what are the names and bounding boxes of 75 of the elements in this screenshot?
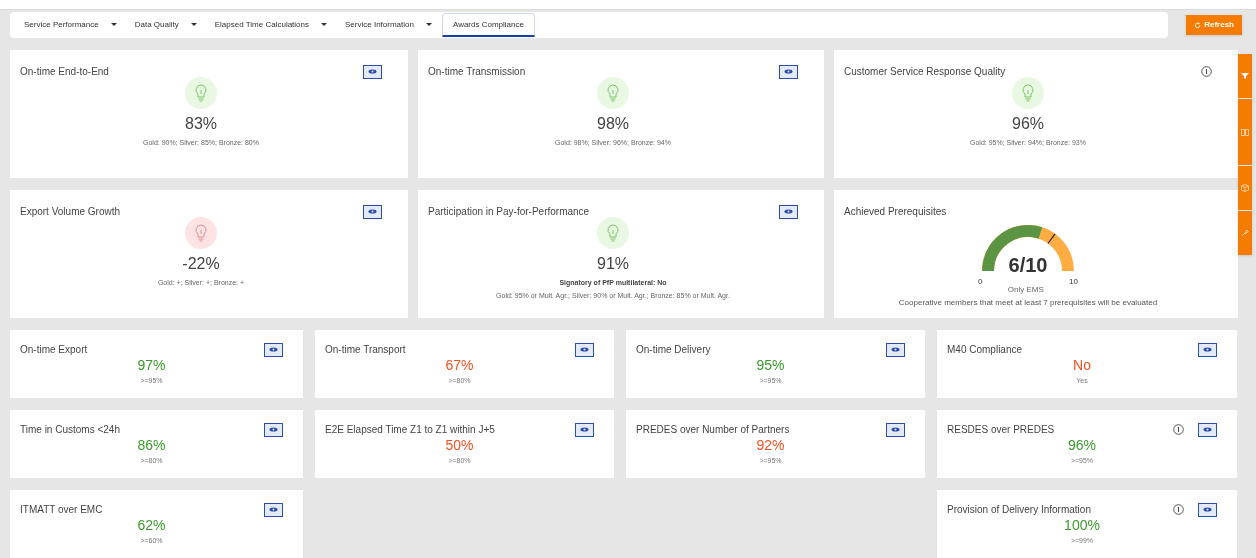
tab[interactable]: Elapsed Time Calculations	[206, 13, 335, 37]
kpi-value: 95%	[756, 356, 785, 375]
kpi-value: 92%	[756, 436, 785, 455]
view-button[interactable]	[575, 422, 594, 437]
card-title: M40 Compliance	[947, 343, 1023, 357]
view-button[interactable]	[886, 422, 905, 437]
eye-icon	[368, 209, 377, 214]
view-button[interactable]	[363, 64, 382, 79]
threshold-marker	[1047, 233, 1056, 245]
kpi-value: 62%	[137, 516, 166, 535]
view-button[interactable]	[363, 204, 382, 219]
card-title: On-time Export	[20, 343, 88, 357]
eye-icon	[580, 347, 589, 352]
view-button[interactable]	[264, 342, 283, 357]
view-button[interactable]	[886, 342, 905, 357]
view-button[interactable]	[575, 342, 594, 357]
view-button[interactable]	[1198, 342, 1217, 357]
eye-icon	[891, 427, 900, 432]
tab[interactable]: Data Quality	[126, 13, 205, 37]
eye-icon	[580, 427, 589, 432]
card-title: E2E Elapsed Time Z1 to Z1 within J+5	[325, 423, 495, 437]
kpi-value: 100%	[1064, 516, 1100, 535]
view-button[interactable]	[1198, 422, 1217, 437]
eye-icon	[1203, 507, 1212, 512]
kpi-value: -22%	[182, 254, 220, 274]
gauge-max: 10	[1069, 276, 1078, 288]
eye-icon	[368, 69, 377, 74]
view-button[interactable]	[264, 422, 283, 437]
eye-icon	[269, 347, 278, 352]
kpi-value: 67%	[445, 356, 474, 375]
kpi-value: 50%	[445, 436, 474, 455]
kpi-value: 98%	[597, 114, 629, 134]
card-title: ITMATT over EMC	[20, 503, 103, 517]
gauge-value: 6/10	[1008, 255, 1048, 275]
view-button[interactable]	[779, 204, 798, 219]
tab[interactable]: Service Performance	[16, 13, 125, 37]
view-button[interactable]	[779, 64, 798, 79]
kpi-value: 96%	[1068, 436, 1096, 455]
card-title: Export Volume Growth	[20, 205, 121, 219]
view-button[interactable]	[264, 502, 283, 517]
eye-icon	[784, 209, 793, 214]
kpi-value: 83%	[185, 114, 217, 134]
eye-icon	[1203, 347, 1212, 352]
info-icon[interactable]	[1173, 424, 1184, 435]
card-title: Provision of Delivery Information	[947, 503, 1091, 517]
card-title: Participation in Pay-for-Performance	[428, 205, 590, 219]
card-title: Achieved Prerequisites	[844, 205, 947, 219]
kpi-value: 91%	[597, 254, 629, 274]
kpi-value: 96%	[1012, 114, 1044, 134]
info-icon[interactable]	[1173, 504, 1184, 515]
card-title: On-time Transmission	[428, 65, 526, 79]
view-button[interactable]	[1198, 502, 1217, 517]
card-title: RESDES over PREDES	[947, 423, 1055, 437]
card-title: Time in Customs <24h	[20, 423, 120, 437]
eye-icon	[269, 427, 278, 432]
card-title: On-time End-to-End	[20, 65, 109, 79]
card-title: Customer Service Response Quality	[844, 65, 1006, 79]
card-title: PREDES over Number of Partners	[636, 423, 790, 437]
eye-icon	[269, 507, 278, 512]
eye-icon	[891, 347, 900, 352]
tab[interactable]: Awards Compliance	[441, 13, 535, 37]
gauge-label: Only EMS	[1007, 284, 1044, 296]
info-icon[interactable]	[1201, 66, 1212, 77]
card-title: On-time Transport	[325, 343, 406, 357]
refresh-icon	[1194, 21, 1202, 29]
eye-icon	[784, 69, 793, 74]
gauge-note: Cooperative members that meet at least 7 prerequisites will be evaluated	[898, 297, 1158, 309]
filter-icon[interactable]	[1238, 54, 1252, 98]
gauge-min: 0	[978, 276, 983, 288]
tab[interactable]: Service Information	[337, 13, 440, 37]
kpi-value: No	[1073, 356, 1091, 375]
kpi-value: 86%	[137, 436, 166, 455]
eye-icon	[1203, 427, 1212, 432]
card-title: On-time Delivery	[636, 343, 711, 357]
kpi-value: 97%	[137, 356, 166, 375]
